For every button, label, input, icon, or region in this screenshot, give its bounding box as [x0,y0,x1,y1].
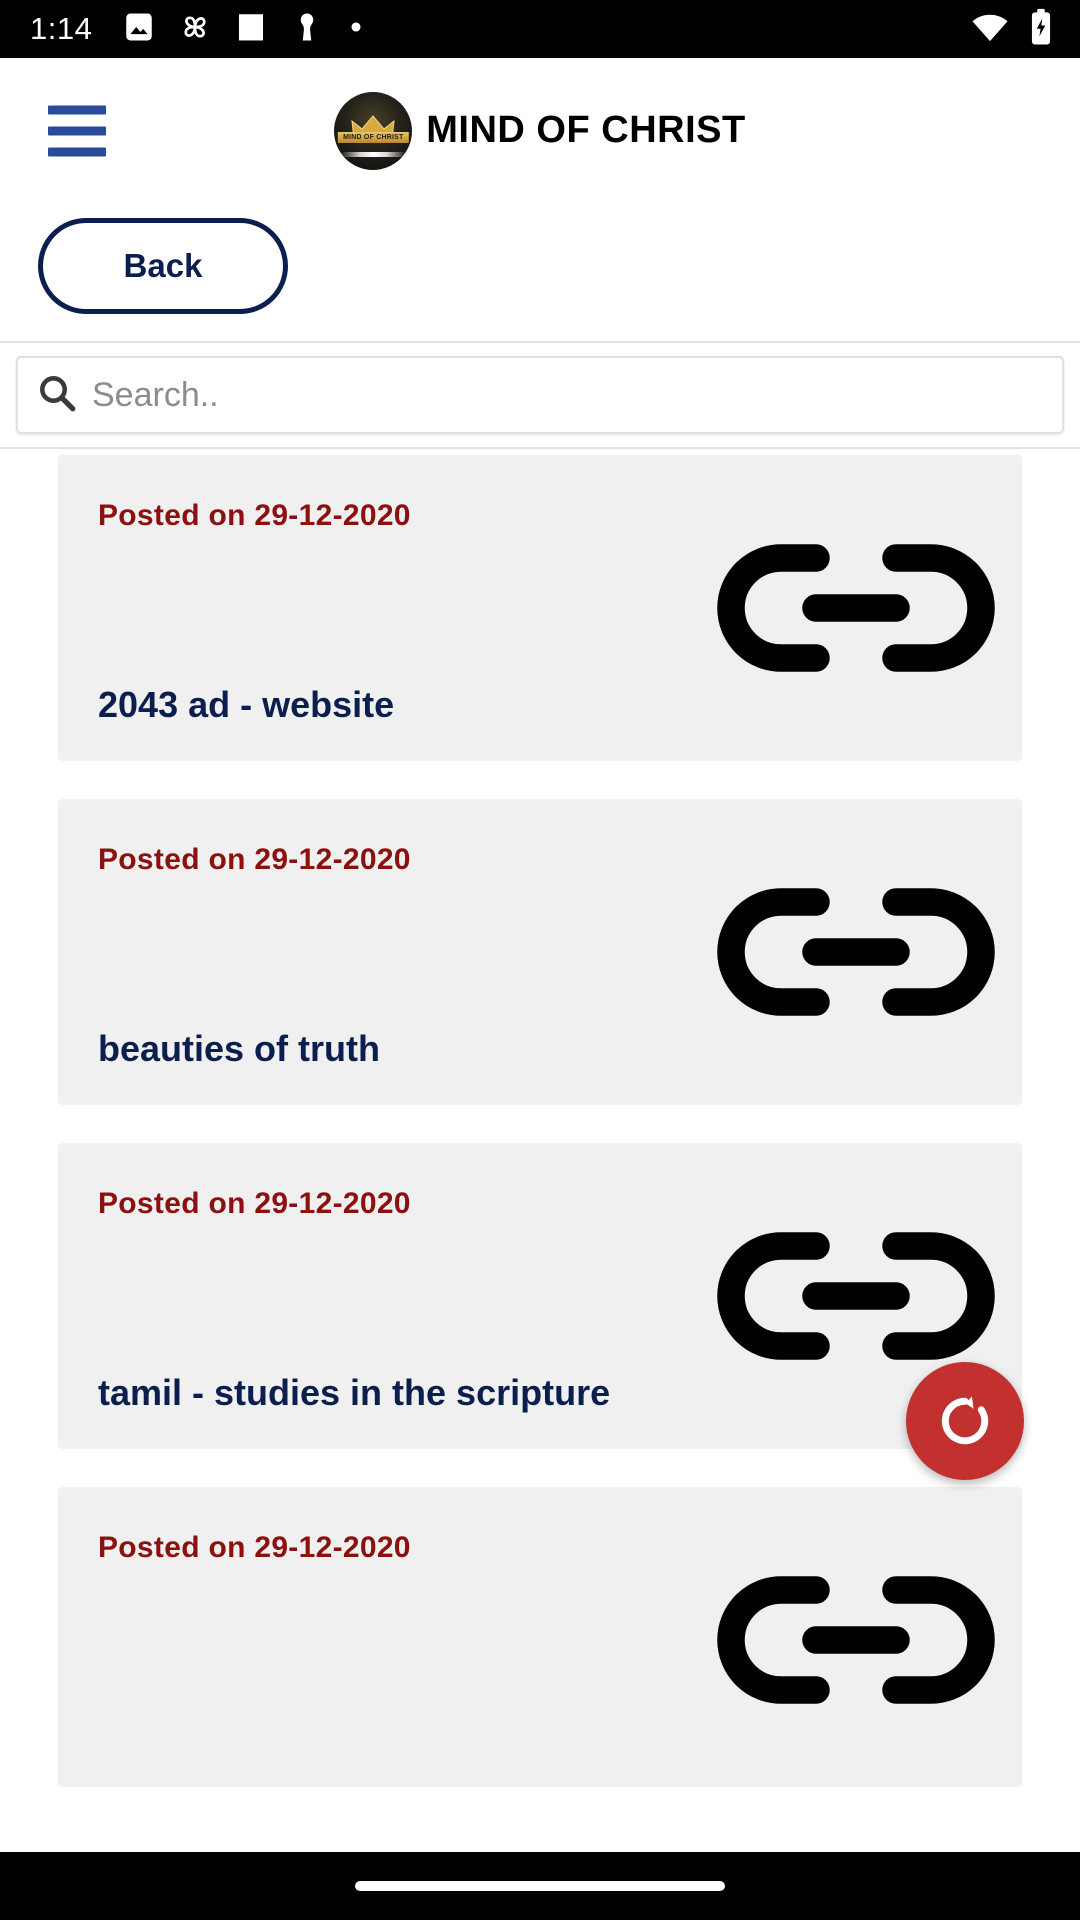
app-logo: MIND OF CHRIST [334,91,413,170]
link-chain-icon[interactable] [716,1565,996,1720]
post-date: Posted on 29-12-2020 [98,842,411,876]
status-bar-system-icons [970,0,1054,58]
back-button[interactable]: Back [38,218,288,314]
app-header: MIND OF CHRIST MIND OF CHRIST [0,58,1080,203]
status-bar: 1:14 [0,0,1080,58]
status-clock: 1:14 [30,11,93,46]
post-date: Posted on 29-12-2020 [98,1530,411,1564]
image-icon [122,10,156,49]
post-date: Posted on 29-12-2020 [98,499,411,532]
post-title[interactable]: beauties of truth [98,1027,658,1071]
search-bar-container [0,341,1080,449]
post-list[interactable]: Posted on 29-12-2020 2043 ad - website P… [0,455,1080,1860]
app-screen: 1:14 MIND OF CHRIST MIND OF CHRIST Back … [0,0,1080,1920]
post-title[interactable]: tamil - studies in the scripture [98,1371,658,1415]
post-title[interactable]: 2043 ad - website [98,683,658,727]
refresh-icon [941,1396,989,1445]
list-item[interactable]: Posted on 29-12-2020 tamil - studies in … [58,1142,1022,1449]
pinwheel-icon [178,10,212,49]
home-indicator[interactable] [355,1881,725,1891]
system-navigation-bar [0,1852,1080,1920]
search-box[interactable] [16,356,1064,434]
list-item[interactable]: Posted on 29-12-2020 [58,1486,1022,1787]
post-date: Posted on 29-12-2020 [98,1186,411,1220]
link-chain-icon[interactable] [716,533,996,688]
link-chain-icon[interactable] [716,877,996,1032]
brand: MIND OF CHRIST MIND OF CHRIST [0,91,1080,170]
list-item[interactable]: Posted on 29-12-2020 beauties of truth [58,798,1022,1105]
wifi-icon [970,10,1010,49]
link-chain-icon[interactable] [716,1221,996,1376]
refresh-fab-button[interactable] [906,1362,1024,1480]
status-bar-notification-icons [122,10,366,49]
square-icon [234,10,268,49]
list-item[interactable]: Posted on 29-12-2020 2043 ad - website [58,455,1022,761]
search-icon [36,372,78,419]
search-input[interactable] [92,375,1044,415]
logo-banner-text: MIND OF CHRIST [338,132,409,144]
back-button-container: Back [38,218,288,314]
logo-sword-decoration [340,152,407,158]
battery-charging-icon [1028,8,1054,51]
keyhole-icon [290,10,324,49]
dot-icon [346,10,366,49]
page-title: MIND OF CHRIST [426,109,746,151]
